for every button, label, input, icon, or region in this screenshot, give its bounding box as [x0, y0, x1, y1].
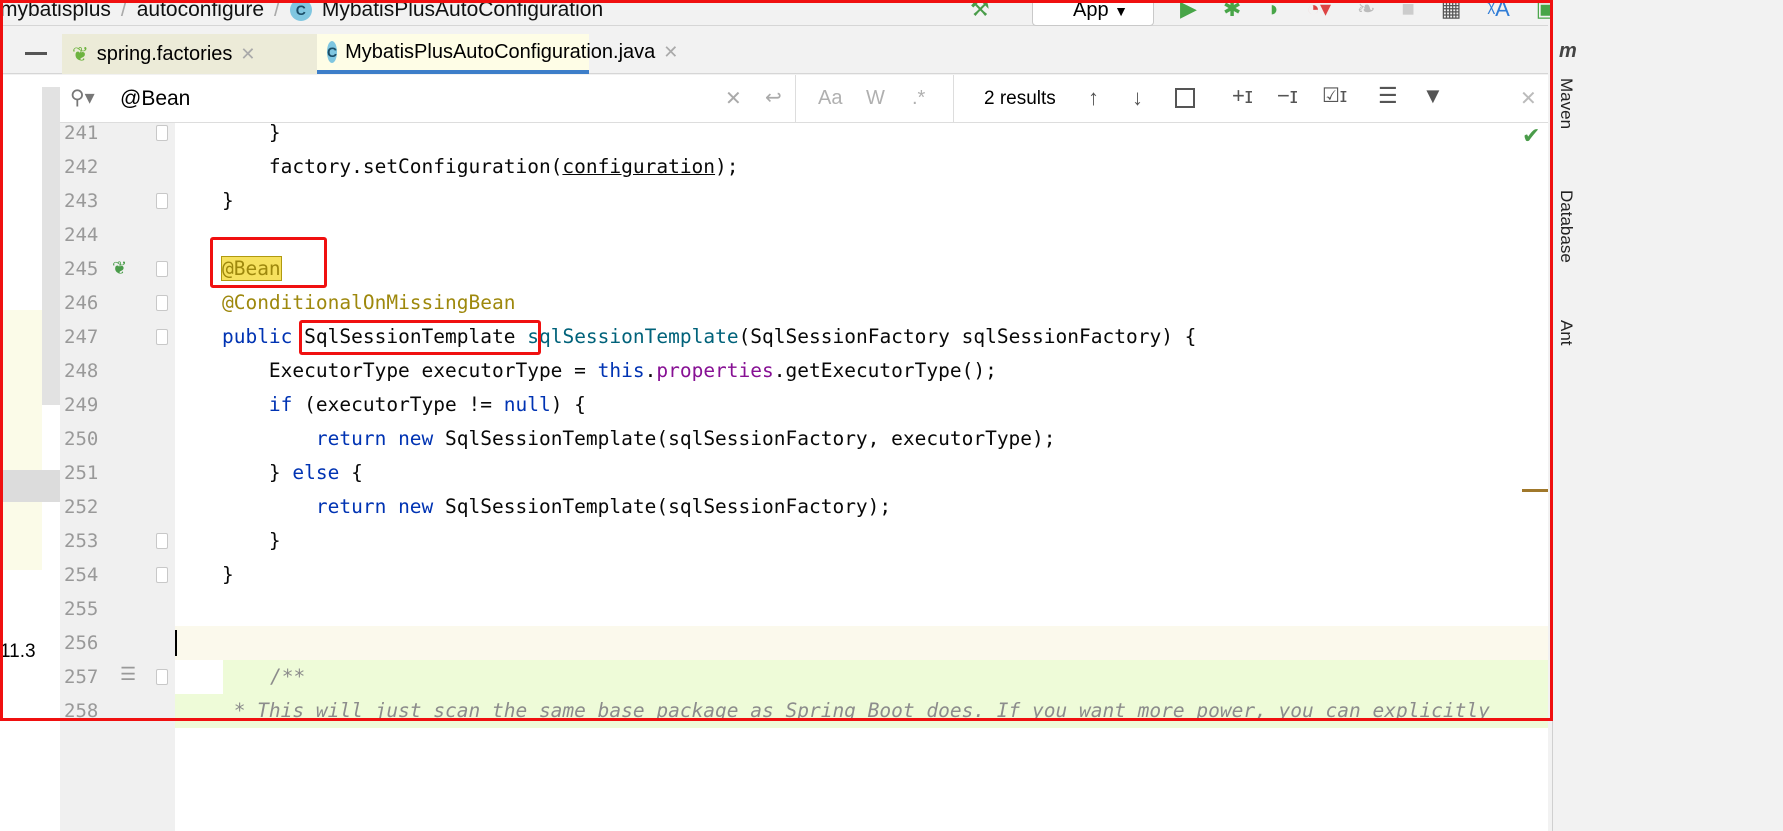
version-fragment: 11.3 [0, 641, 36, 662]
line-number[interactable]: 250 [60, 422, 175, 456]
fold-icon[interactable] [156, 125, 168, 141]
fold-icon[interactable] [156, 329, 168, 345]
line-number[interactable]: 256 [60, 626, 175, 660]
class-icon: C [289, 0, 312, 21]
project-panel-edge: 11.3 [0, 75, 60, 831]
code-line[interactable]: ExecutorType executorType = this.propert… [175, 354, 1548, 388]
line-number[interactable]: 255 [60, 592, 175, 626]
code-line[interactable]: @Bean [175, 252, 1548, 286]
clear-icon[interactable]: ✕ [725, 86, 742, 111]
close-find-icon[interactable]: ✕ [1520, 86, 1537, 111]
gutter: 241 242 243 244 245 ❦ 246 247 248 249 250 251 252 253… [60, 123, 175, 831]
new-line-icon[interactable]: ↩ [765, 85, 782, 110]
code-line[interactable]: if (executorType != null) { [175, 388, 1548, 422]
database-tool-tab[interactable]: Database [1556, 190, 1576, 263]
right-tool-strip: m [1552, 0, 1783, 831]
run-config-select[interactable]: App ▼ [1032, 0, 1154, 26]
fold-icon[interactable] [156, 261, 168, 277]
in-selection-icon[interactable]: ☰ [1378, 83, 1398, 109]
stop-icon[interactable]: ■ [1401, 0, 1414, 22]
no-problems-icon: ✔ [1522, 123, 1541, 148]
line-number[interactable]: 248 [60, 354, 175, 388]
code-line[interactable]: * This will just scan the same base pack… [175, 694, 1548, 728]
profile-icon[interactable]: ◔▾ [1307, 0, 1331, 22]
code-line[interactable]: @ConditionalOnMissingBean [175, 286, 1548, 320]
code-line[interactable]: } [175, 558, 1548, 592]
debug-icon[interactable]: ✱ [1223, 0, 1241, 22]
arrow-down-icon[interactable]: ↓ [1132, 85, 1143, 111]
line-number[interactable]: 258 [60, 694, 175, 728]
remove-occurrence-icon[interactable]: −ɪ [1277, 83, 1298, 109]
results-count: 2 results [984, 88, 1056, 109]
code-line[interactable] [175, 626, 1548, 660]
breadcrumb-item[interactable]: MybatisPlusAutoConfiguration [322, 0, 603, 22]
regex-toggle[interactable]: .* [912, 87, 925, 110]
text-cursor [175, 630, 177, 656]
run-icon[interactable]: ▶ [1180, 0, 1197, 22]
attach-icon[interactable]: ❧ [1357, 0, 1375, 22]
editor-tabs: ❦ spring.factories ✕ C MybatisPlusAutoCo… [0, 34, 1548, 74]
ant-tool-tab[interactable]: Ant [1556, 320, 1576, 346]
tab-label: MybatisPlusAutoConfiguration.java [345, 40, 656, 63]
breadcrumb-item[interactable]: autoconfigure [137, 0, 264, 22]
minimize-icon[interactable] [25, 52, 47, 55]
tab-label: spring.factories [96, 42, 233, 65]
code-line[interactable]: return new SqlSessionTemplate(sqlSession… [175, 422, 1548, 456]
highlight-box-return-type [299, 320, 541, 355]
code-line[interactable] [175, 218, 1548, 252]
code-editor[interactable]: 241 242 243 244 245 ❦ 246 247 248 249 250 251 252 253… [60, 123, 1548, 831]
code-line[interactable]: } [175, 184, 1548, 218]
line-number[interactable]: 249 [60, 388, 175, 422]
hammer-icon[interactable]: ⚒ [970, 0, 990, 22]
layout-icon[interactable]: ▦ [1441, 0, 1462, 22]
fold-icon[interactable] [156, 567, 168, 583]
fold-icon[interactable] [156, 669, 168, 685]
coverage-icon[interactable]: ◗ [1267, 0, 1280, 22]
words-toggle[interactable]: W [866, 87, 885, 110]
select-all-icon[interactable] [1175, 88, 1195, 108]
code-line[interactable]: } [175, 123, 1548, 150]
tab-mybatisplus-autoconfiguration[interactable]: C MybatisPlusAutoConfiguration.java ✕ [317, 34, 678, 74]
search-icon[interactable]: ⚲▾ [70, 85, 95, 110]
translate-icon[interactable]: ᵡA [1488, 0, 1510, 22]
code-line[interactable]: return new SqlSessionTemplate(sqlSession… [175, 490, 1548, 524]
highlight-box-bean [210, 237, 327, 288]
match-case-toggle[interactable]: Aa [818, 87, 842, 110]
find-bar: ⚲▾ ✕ ↩ Aa W .* 2 results ↑ ↓ +ɪ −ɪ ☑ɪ ☰ … [60, 75, 1548, 123]
close-icon[interactable]: ✕ [240, 44, 255, 65]
render-doc-icon[interactable]: ☰ [120, 664, 136, 685]
code-line[interactable] [175, 592, 1548, 626]
class-icon: C [327, 41, 338, 63]
code-line[interactable]: } else { [175, 456, 1548, 490]
run-config-label: App [1073, 0, 1109, 21]
select-occurrences-icon[interactable]: ☑ɪ [1322, 83, 1347, 108]
close-icon[interactable]: ✕ [663, 42, 678, 63]
arrow-up-icon[interactable]: ↑ [1088, 85, 1099, 111]
spring-icon: ❦ [72, 43, 89, 66]
code-line[interactable]: factory.setConfiguration(configuration); [175, 150, 1548, 184]
search-input[interactable] [120, 83, 760, 115]
bean-gutter-icon[interactable]: ❦ [112, 258, 127, 279]
line-number[interactable]: 252 [60, 490, 175, 524]
line-number[interactable]: 251 [60, 456, 175, 490]
line-number[interactable]: 242 [60, 150, 175, 184]
code-line[interactable]: } [175, 524, 1548, 558]
filter-icon[interactable]: ▼ [1422, 83, 1444, 109]
add-occurrence-icon[interactable]: +ɪ [1232, 83, 1253, 109]
fold-icon[interactable] [156, 193, 168, 209]
fold-icon[interactable] [156, 533, 168, 549]
maven-tool-tab[interactable]: Maven [1556, 78, 1576, 129]
match-marker [1522, 489, 1548, 492]
fold-icon[interactable] [156, 295, 168, 311]
line-number[interactable]: 244 [60, 218, 175, 252]
code-line[interactable]: /** [223, 660, 1548, 694]
breadcrumb-item[interactable]: mybatisplus [0, 0, 111, 22]
tab-spring-factories[interactable]: ❦ spring.factories ✕ [62, 34, 317, 74]
